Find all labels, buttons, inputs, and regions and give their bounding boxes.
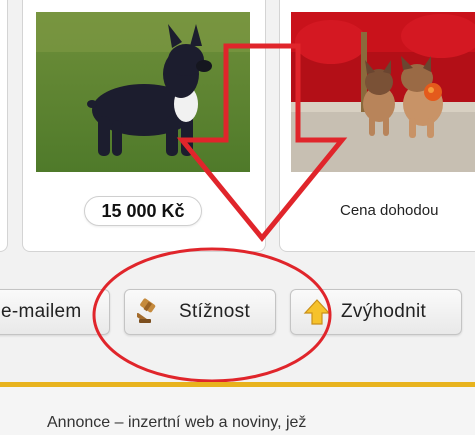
- promote-button-label: Zvýhodnit: [341, 301, 427, 322]
- email-button-label: e-mailem: [1, 301, 82, 322]
- listing-photo-puppies[interactable]: [291, 12, 475, 172]
- listing-price: 15 000 Kč: [84, 196, 202, 226]
- complaint-button-label: Stížnost: [179, 301, 251, 322]
- promote-button[interactable]: Zvýhodnit: [290, 289, 462, 335]
- gavel-icon: [135, 298, 165, 326]
- footer-text: Annonce – inzertní web a noviny, jež: [47, 414, 307, 431]
- arrow-up-icon: [303, 298, 331, 326]
- send-email-button[interactable]: e-mailem: [0, 289, 110, 335]
- complaint-button[interactable]: Stížnost: [124, 289, 276, 335]
- listing-photo-bulldog[interactable]: [36, 12, 250, 172]
- listing-price: Cena dohodou: [340, 202, 439, 219]
- listing-card-partial[interactable]: [0, 0, 8, 252]
